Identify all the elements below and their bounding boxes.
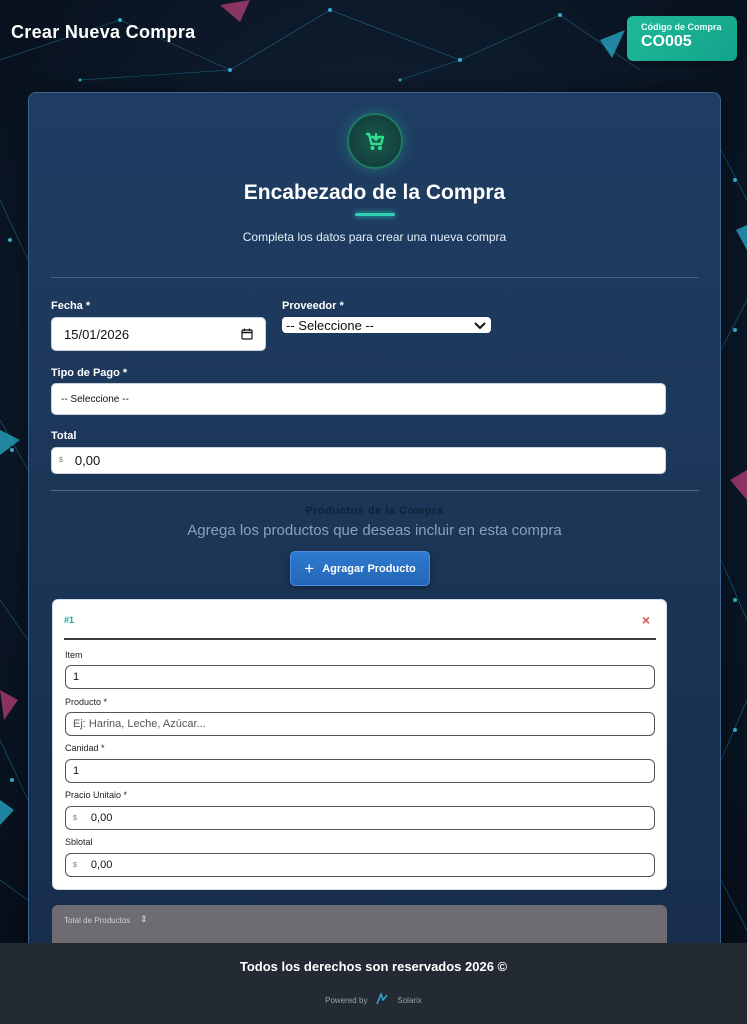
powered-by-label: Powered by: [325, 995, 368, 1005]
fecha-date-input[interactable]: 15/01/2026: [51, 317, 266, 351]
proveedor-select[interactable]: -- Seleccione --: [282, 317, 491, 333]
products-section-subtitle: Agrega los productos que deseas incluir …: [187, 522, 562, 539]
add-product-label: Agragar Producto: [322, 562, 416, 575]
producto-input[interactable]: Ej: Harina, Leche, Azúcar...: [65, 712, 655, 736]
brand-logo-icon: [375, 991, 389, 1007]
proveedor-value: -- Seleccione --: [286, 317, 375, 333]
currency-symbol: $: [73, 814, 77, 822]
tipo-pago-select[interactable]: -- Seleccione --: [51, 383, 666, 415]
item-value: 1: [73, 671, 80, 683]
total-value: 0,00: [74, 453, 101, 468]
chevron-down-icon: [474, 319, 486, 334]
page-title: Crear Nueva Compra: [11, 22, 196, 42]
purchase-code-value: CO005: [641, 33, 692, 50]
products-section-title: Productos de la Compra: [305, 505, 444, 517]
cantidad-label: Canidad *: [65, 743, 105, 753]
item-label: Item: [65, 650, 83, 660]
item-divider: [64, 638, 656, 640]
summary-label: Total de Productos: [64, 916, 131, 925]
add-product-button[interactable]: + Agragar Producto: [290, 551, 430, 586]
total-input[interactable]: $ 0,00: [51, 447, 666, 474]
sort-icon: ⇕: [140, 914, 148, 924]
precio-label: Pracio Unitaio *: [65, 790, 128, 800]
footer-copyright: Todos los derechos son reservados 2026 ©: [239, 959, 508, 974]
cantidad-value: 1: [73, 765, 80, 777]
precio-value: 0,00: [90, 812, 113, 824]
shopping-cart-icon: [347, 113, 403, 169]
products-divider: [51, 490, 699, 491]
title-underline: [355, 213, 395, 216]
item-number: #1: [64, 615, 75, 625]
producto-placeholder: Ej: Harina, Leche, Azúcar...: [73, 718, 206, 730]
subtotal-label: Sblotal: [65, 837, 93, 847]
calendar-icon[interactable]: [241, 328, 253, 343]
card-title: Encabezado de la Compra: [243, 181, 506, 204]
fecha-label: Fecha *: [51, 300, 91, 312]
total-label: Total: [51, 430, 77, 442]
currency-symbol: $: [59, 457, 63, 464]
footer: Todos los derechos son reservados 2026 ©…: [0, 943, 747, 1024]
currency-symbol: $: [73, 861, 77, 869]
cantidad-input[interactable]: 1: [65, 759, 655, 783]
precio-input[interactable]: $ 0,00: [65, 806, 655, 830]
purchase-code-badge: Código de Compra CO005: [627, 16, 737, 61]
tipo-pago-value: -- Seleccione --: [61, 393, 129, 405]
card-subtitle: Completa los datos para crear una nueva …: [242, 230, 507, 244]
purchase-header-card: Encabezado de la Compra Completa los dat…: [28, 92, 721, 962]
item-input[interactable]: 1: [65, 665, 655, 689]
plus-icon: +: [304, 559, 315, 578]
remove-item-close-icon[interactable]: ×: [642, 612, 650, 628]
powered-by: Powered by Solarix: [0, 991, 747, 1007]
product-item-card: #1 × Item 1 Producto * Ej: Harina, Leche…: [52, 599, 667, 890]
subtotal-value: 0,00: [90, 859, 113, 871]
tipo-pago-label: Tipo de Pago *: [51, 367, 128, 379]
purchase-code-label: Código de Compra: [641, 22, 722, 32]
fecha-value: 15/01/2026: [64, 326, 130, 342]
producto-label: Producto *: [65, 697, 108, 707]
brand-name: Solarix: [397, 995, 422, 1005]
header-divider: [51, 277, 699, 278]
subtotal-input: $ 0,00: [65, 853, 655, 877]
proveedor-label: Proveedor *: [282, 300, 344, 312]
